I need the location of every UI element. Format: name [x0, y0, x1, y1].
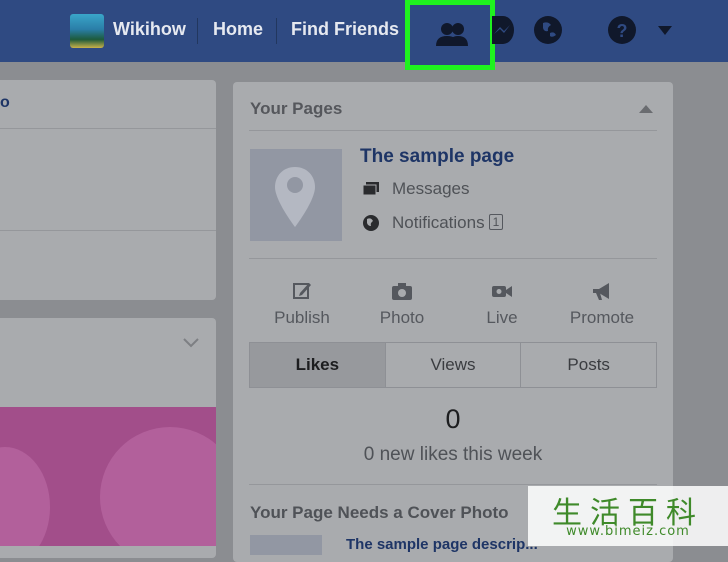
notifications-globe-icon[interactable] — [534, 16, 562, 44]
collapse-caret-icon[interactable] — [639, 105, 653, 113]
page-stats-tabs: Likes Views Posts — [249, 342, 657, 388]
top-nav-bar: Wikihow Home Find Friends ? — [0, 0, 728, 70]
notifications-link[interactable]: Notifications 1 — [392, 213, 504, 233]
promote-button[interactable]: Promote — [557, 280, 647, 327]
profile-avatar[interactable] — [70, 14, 104, 48]
nav-divider — [197, 18, 198, 44]
friend-requests-icon — [436, 23, 468, 46]
photo-button[interactable]: Photo — [357, 280, 447, 327]
live-label: Live — [486, 308, 518, 327]
nav-divider — [276, 18, 277, 44]
page-profile-picture[interactable] — [250, 149, 342, 241]
notifications-label: Notifications — [392, 213, 485, 232]
left-panel-link[interactable]: o — [0, 94, 10, 112]
page-name-link[interactable]: The sample page — [360, 146, 514, 168]
watermark: 生活百科 www.bimeiz.com — [528, 486, 728, 546]
megaphone-icon — [593, 283, 609, 300]
chevron-down-icon[interactable] — [183, 338, 199, 348]
edit-icon — [293, 283, 311, 299]
messages-link[interactable]: Messages — [392, 179, 469, 199]
location-pin-icon — [275, 167, 315, 227]
camera-icon — [392, 283, 412, 300]
divider — [249, 130, 657, 131]
find-friends-link[interactable]: Find Friends — [291, 19, 399, 40]
likes-subtext: 0 new likes this week — [363, 444, 543, 465]
notifications-count-badge: 1 — [488, 214, 504, 230]
tab-views[interactable]: Views — [386, 343, 522, 387]
messenger-icon[interactable] — [492, 16, 514, 44]
divider — [0, 128, 216, 129]
cover-description[interactable]: The sample page descrip... — [346, 536, 538, 553]
publish-label: Publish — [274, 308, 330, 327]
live-button[interactable]: Live — [457, 280, 547, 327]
cover-photo-title: Your Page Needs a Cover Photo — [250, 503, 509, 522]
home-link[interactable]: Home — [213, 19, 263, 40]
divider — [0, 230, 216, 231]
friend-requests-button[interactable] — [405, 0, 495, 70]
your-pages-title: Your Pages — [250, 99, 343, 118]
account-menu-caret-icon[interactable] — [658, 26, 672, 35]
messages-icon — [362, 182, 379, 196]
promote-label: Promote — [569, 308, 635, 327]
likes-count: 0 — [445, 404, 461, 434]
cover-image — [0, 407, 216, 546]
divider — [249, 484, 657, 485]
publish-button[interactable]: Publish — [257, 280, 347, 327]
cover-thumbnail — [250, 535, 322, 555]
watermark-url: www.bimeiz.com — [566, 524, 690, 539]
video-icon — [492, 286, 512, 297]
profile-link[interactable]: Wikihow — [113, 19, 186, 40]
tab-likes[interactable]: Likes — [250, 343, 386, 387]
left-panel-top: o — [0, 80, 216, 300]
tab-posts[interactable]: Posts — [521, 343, 656, 387]
svg-text:?: ? — [617, 21, 628, 41]
help-icon[interactable]: ? — [608, 16, 636, 44]
globe-icon — [363, 215, 379, 231]
photo-label: Photo — [379, 308, 425, 327]
divider — [249, 258, 657, 259]
